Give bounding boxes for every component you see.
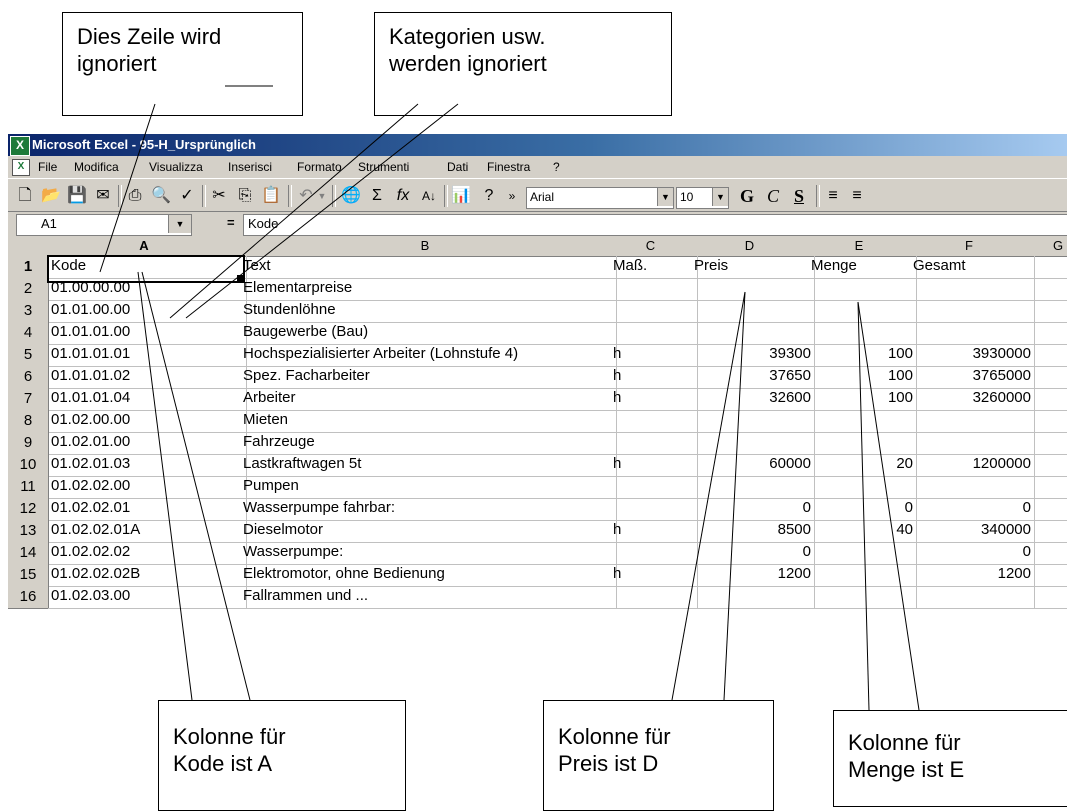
pointer-row-ignored	[99, 103, 156, 273]
pointer-code-b	[141, 271, 251, 701]
callout-pointer-lines	[99, 85, 920, 711]
pointer-code-a	[137, 271, 193, 701]
pointer-categories-a	[169, 103, 419, 319]
pointer-categories-b	[185, 103, 459, 319]
